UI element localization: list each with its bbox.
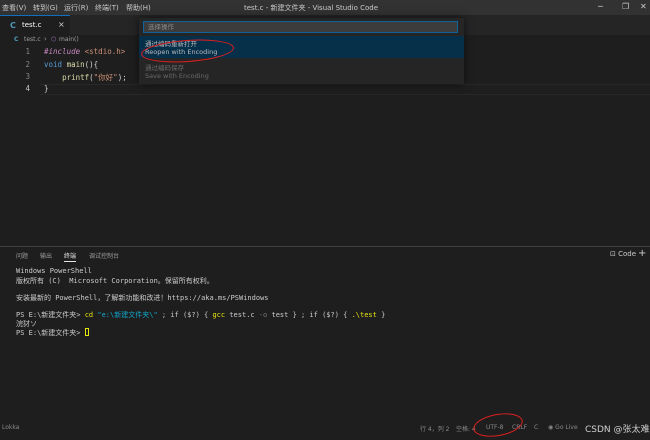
status-left[interactable]: Lokka — [2, 424, 19, 431]
cmd-gcc: gcc — [212, 311, 226, 319]
breadcrumb-file[interactable]: test.c — [24, 36, 41, 43]
line-number: 1 — [25, 47, 30, 56]
cmd-text: ; if ($?) { — [157, 311, 213, 319]
menu-help[interactable]: 帮助(H) — [126, 3, 151, 13]
chevron-right-icon: › — [44, 35, 47, 43]
terminal-line: PS E:\新建文件夹> cd "e:\新建文件夹\" ; if ($?) { … — [16, 310, 385, 320]
tab-debug-console[interactable]: 调试控制台 — [89, 251, 119, 260]
title-bar: 查看(V) 转到(G) 运行(R) 终端(T) 帮助(H) test.c - 新… — [0, 0, 650, 15]
terminal-line: 版权所有 (C) Microsoft Corporation。保留所有权利。 — [16, 277, 214, 285]
line-number: 3 — [25, 72, 30, 81]
menu-goto[interactable]: 转到(G) — [33, 3, 58, 13]
bottom-panel: 问题 输出 终端 调试控制台 ⊡ Code + Windows PowerShe… — [0, 246, 650, 421]
code-line: void main(){ — [44, 60, 98, 69]
cmd-cd: cd — [84, 311, 94, 319]
code-punct: (){ — [84, 60, 99, 69]
tab-test-c[interactable]: C test.c × — [0, 15, 70, 35]
menu-terminal[interactable]: 终端(T) — [95, 3, 119, 13]
palette-item-save-with-encoding[interactable]: 通过编码保存 Save with Encoding — [139, 60, 464, 82]
tab-label: test.c — [22, 21, 42, 29]
new-terminal-icon[interactable]: + — [638, 248, 646, 259]
status-cursor-position[interactable]: 行 4，列 2 — [420, 424, 449, 433]
tab-close-icon[interactable]: × — [58, 20, 65, 29]
c-file-icon: C — [10, 21, 16, 30]
palette-input[interactable]: 选择操作 — [143, 21, 458, 33]
terminal-cursor — [84, 328, 89, 336]
cmd-run: .\test — [351, 311, 377, 319]
code-line: #include <stdio.h> — [44, 47, 125, 56]
broadcast-icon: ◉ — [548, 424, 554, 431]
terminal-icon: ⊡ — [610, 250, 616, 258]
palette-item-subtitle: Save with Encoding — [145, 72, 209, 80]
cmd-text: } — [376, 311, 386, 319]
terminal-line: 安装最新的 PowerShell，了解新功能和改进！https://aka.ms… — [16, 294, 269, 302]
window-title: test.c - 新建文件夹 - Visual Studio Code — [244, 4, 379, 12]
menu-view[interactable]: 查看(V) — [2, 3, 26, 13]
tab-problems[interactable]: 问题 — [16, 251, 28, 260]
cube-icon: ⬡ — [51, 36, 57, 43]
status-go-live[interactable]: ◉ Go Live — [548, 424, 578, 431]
header-name: <stdio.h> — [84, 47, 126, 56]
terminal-prompt: PS E:\新建文件夹> — [16, 329, 85, 337]
go-live-label: Go Live — [555, 424, 578, 431]
cmd-text: test.c — [225, 311, 259, 319]
status-language[interactable]: C — [534, 424, 538, 431]
include-directive: #include — [44, 47, 81, 56]
line-number: 2 — [25, 60, 30, 69]
terminal-select-label: Code — [618, 250, 637, 258]
tab-terminal[interactable]: 终端 — [64, 251, 77, 262]
function-call: printf — [62, 73, 90, 82]
watermark: CSDN @张太难 — [585, 425, 650, 435]
terminal-prompt: PS E:\新建文件夹> — [16, 311, 85, 319]
keyword-void: void — [44, 60, 63, 69]
c-file-icon: C — [14, 36, 19, 43]
terminal-select[interactable]: ⊡ Code — [610, 250, 636, 258]
terminal-line: Windows PowerShell — [16, 267, 92, 275]
minimize-icon[interactable]: ─ — [598, 2, 603, 11]
function-name: main — [66, 60, 85, 69]
string-literal: "你好" — [93, 73, 118, 82]
menu-run[interactable]: 运行(R) — [64, 3, 88, 13]
restore-icon[interactable]: ❐ — [622, 2, 629, 11]
line-number: 4 — [25, 84, 30, 93]
cmd-path: "e:\新建文件夹\" — [97, 311, 158, 319]
terminal-line: PS E:\新建文件夹> — [16, 328, 89, 338]
tab-output[interactable]: 输出 — [40, 251, 52, 260]
code-line: printf("你好"); — [44, 72, 127, 83]
status-bar: Lokka 行 4，列 2 空格: 4 UTF-8 CRLF C ◉ Go Li… — [0, 420, 650, 436]
breadcrumb-symbol[interactable]: main() — [59, 36, 79, 43]
code-line: } — [44, 84, 49, 93]
code-punct: ); — [117, 73, 127, 82]
cmd-text: test } ; if ($?) { — [267, 311, 352, 319]
palette-item-title: 通过编码保存 — [145, 64, 184, 72]
close-window-icon[interactable]: ✕ — [640, 2, 647, 11]
